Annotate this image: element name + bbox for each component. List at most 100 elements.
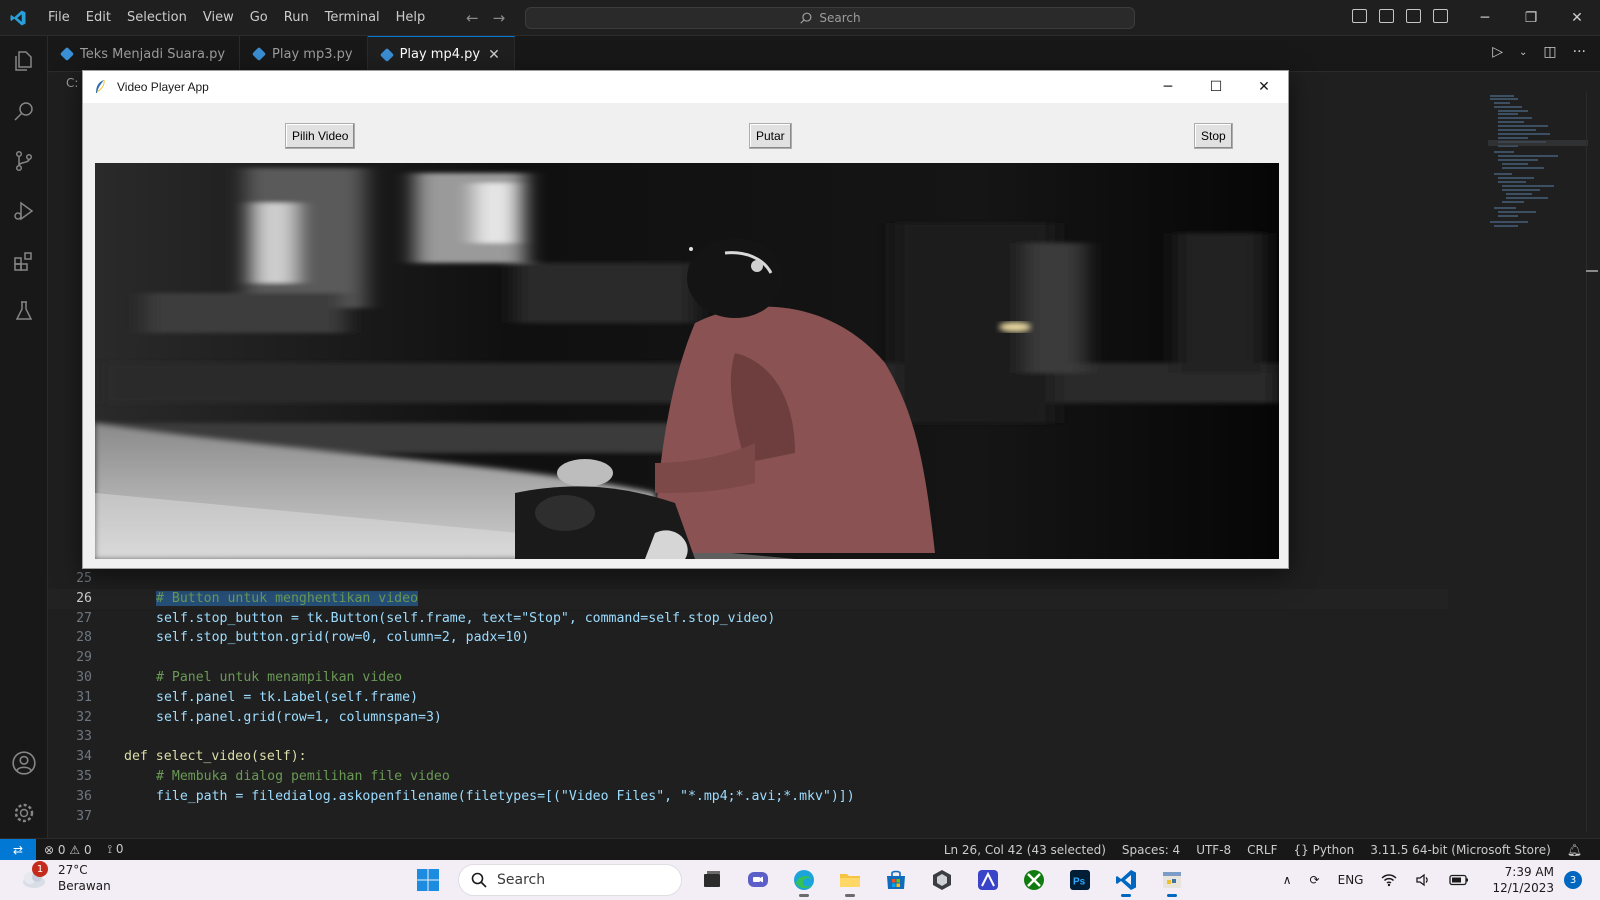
code-lines: 25 26 # Button untuk menghentikan video … (48, 569, 1448, 826)
vertical-scrollbar[interactable] (1586, 92, 1600, 832)
play-button[interactable]: Putar (749, 123, 792, 149)
weather-widget[interactable]: 1 27°C Berawan (18, 861, 111, 894)
code-line-current: 26 # Button untuk menghentikan video (48, 588, 1448, 609)
restore-icon[interactable]: ❐ (1508, 0, 1554, 36)
teams-chat-icon[interactable] (742, 864, 774, 896)
forward-arrow-icon[interactable]: → (493, 9, 506, 27)
ports-indicator[interactable]: ⟟ 0 (100, 842, 132, 857)
file-encoding[interactable]: UTF-8 (1188, 843, 1239, 857)
selected-comment-text: # Button untuk menghentikan video (156, 590, 419, 606)
back-arrow-icon[interactable]: ← (466, 9, 479, 27)
menu-file[interactable]: File (40, 0, 78, 36)
edge-browser-icon[interactable] (788, 864, 820, 897)
select-video-button[interactable]: Pilih Video (285, 123, 356, 149)
end-of-line[interactable]: CRLF (1239, 843, 1285, 857)
code-text: # Panel untuk menampilkan video (156, 669, 403, 685)
notification-count-badge[interactable]: 3 (1564, 871, 1582, 889)
unity-app-icon[interactable] (926, 864, 958, 896)
language-label: Python (1312, 843, 1355, 857)
more-actions-icon[interactable]: ··· (1573, 44, 1586, 62)
code-text: def select_video(self): (124, 749, 307, 765)
vscode-taskbar-icon[interactable] (1110, 864, 1142, 897)
run-debug-icon[interactable] (0, 186, 48, 236)
menu-go[interactable]: Go (242, 0, 276, 36)
code-text: self.panel = tk.Label(self.frame) (156, 689, 419, 705)
window-controls: ─ ❐ ✕ (1462, 0, 1600, 36)
tab-play-mp3[interactable]: Play mp3.py (240, 36, 368, 72)
python-interpreter[interactable]: 3.11.5 64-bit (Microsoft Store) (1362, 843, 1559, 857)
input-language[interactable]: ENG (1329, 873, 1373, 887)
language-mode[interactable]: {} Python (1285, 843, 1362, 857)
taskbar-search-label: Search (497, 872, 546, 888)
volume-icon[interactable] (1406, 873, 1440, 887)
close-icon[interactable]: ✕ (1240, 71, 1288, 103)
menu-selection[interactable]: Selection (119, 0, 195, 36)
video-player-window: Video Player App ─ ☐ ✕ Pilih Video Putar… (82, 70, 1289, 569)
show-hidden-icons-chevron-icon[interactable]: ∧ (1274, 873, 1301, 887)
sync-icon[interactable]: ⟳ (1301, 873, 1329, 887)
video-player-title-bar[interactable]: Video Player App ─ ☐ ✕ (83, 71, 1288, 103)
testing-flask-icon[interactable] (0, 286, 48, 336)
breadcrumb[interactable]: C: (66, 76, 78, 90)
menu-edit[interactable]: Edit (78, 0, 119, 36)
affinity-app-icon[interactable] (972, 864, 1004, 896)
problems-indicator[interactable]: ⊗ 0 ⚠ 0 (36, 843, 100, 857)
tab-teks-menjadi-suara[interactable]: Teks Menjadi Suara.py (48, 36, 241, 72)
line-number: 29 (76, 650, 92, 666)
minimize-icon[interactable]: ─ (1462, 0, 1508, 36)
notifications-bell-icon[interactable]: 🔔︎ (1559, 843, 1590, 857)
task-view-icon[interactable] (696, 864, 728, 896)
clock-date: 12/1/2023 (1492, 881, 1554, 895)
wifi-icon[interactable] (1372, 873, 1406, 887)
xbox-icon[interactable] (1018, 864, 1050, 896)
close-icon[interactable]: ✕ (1554, 0, 1600, 36)
code-text: file_path = filedialog.askopenfilename(f… (156, 788, 855, 804)
run-python-file-icon[interactable]: ▷ (1492, 44, 1503, 62)
explorer-icon[interactable] (0, 36, 48, 86)
maximize-icon[interactable]: ☐ (1192, 71, 1240, 103)
python-file-icon (251, 46, 267, 62)
stop-button[interactable]: Stop (1194, 123, 1233, 149)
accounts-icon[interactable] (0, 738, 48, 788)
indentation[interactable]: Spaces: 4 (1114, 843, 1188, 857)
code-line: 35 # Membuka dialog pemilihan file video (48, 767, 1448, 787)
taskbar-search-box[interactable]: Search (458, 864, 682, 896)
microsoft-store-icon[interactable] (880, 864, 912, 896)
remote-indicator-icon[interactable]: ⇄ (0, 838, 36, 861)
toggle-panel-icon[interactable] (1379, 9, 1394, 23)
menu-run[interactable]: Run (276, 0, 317, 36)
clock[interactable]: 7:39 AM 12/1/2023 (1478, 864, 1564, 896)
toggle-secondary-sidebar-icon[interactable] (1406, 9, 1421, 23)
battery-icon[interactable] (1440, 874, 1478, 886)
cursor-position[interactable]: Ln 26, Col 42 (43 selected) (936, 843, 1114, 857)
search-icon[interactable] (0, 86, 48, 136)
video-frame-image (95, 163, 1279, 559)
customize-layout-icon[interactable] (1433, 9, 1448, 23)
ports-count: 0 (115, 842, 124, 856)
minimize-icon[interactable]: ─ (1144, 71, 1192, 103)
run-dropdown-chevron-icon[interactable]: ⌄ (1519, 44, 1527, 62)
extensions-icon[interactable] (0, 236, 48, 286)
line-number: 25 (76, 571, 92, 586)
close-tab-icon[interactable]: ✕ (488, 47, 500, 63)
windows-taskbar: 1 27°C Berawan Search Ps ∧ ⟳ ENG 7:39 AM… (0, 860, 1600, 900)
python-tk-app-icon[interactable] (1156, 864, 1188, 897)
menu-terminal[interactable]: Terminal (317, 0, 388, 36)
toggle-primary-sidebar-icon[interactable] (1352, 9, 1367, 23)
split-editor-icon[interactable]: ◫ (1543, 44, 1556, 62)
error-count: 0 (57, 842, 66, 857)
error-icon: ⊗ (44, 842, 55, 857)
minimap[interactable] (1488, 94, 1588, 244)
menu-view[interactable]: View (195, 0, 242, 36)
editor-tabs: Teks Menjadi Suara.py Play mp3.py Play m… (48, 36, 1600, 72)
menu-help[interactable]: Help (388, 0, 434, 36)
file-explorer-icon[interactable] (834, 864, 866, 897)
command-center-search[interactable]: Search (525, 7, 1135, 29)
tab-play-mp4[interactable]: Play mp4.py ✕ (367, 36, 515, 72)
windows-start-icon[interactable] (412, 864, 444, 896)
settings-gear-icon[interactable] (0, 788, 48, 838)
source-control-icon[interactable] (0, 136, 48, 186)
photoshop-icon[interactable]: Ps (1064, 864, 1096, 896)
python-file-icon (59, 46, 75, 62)
